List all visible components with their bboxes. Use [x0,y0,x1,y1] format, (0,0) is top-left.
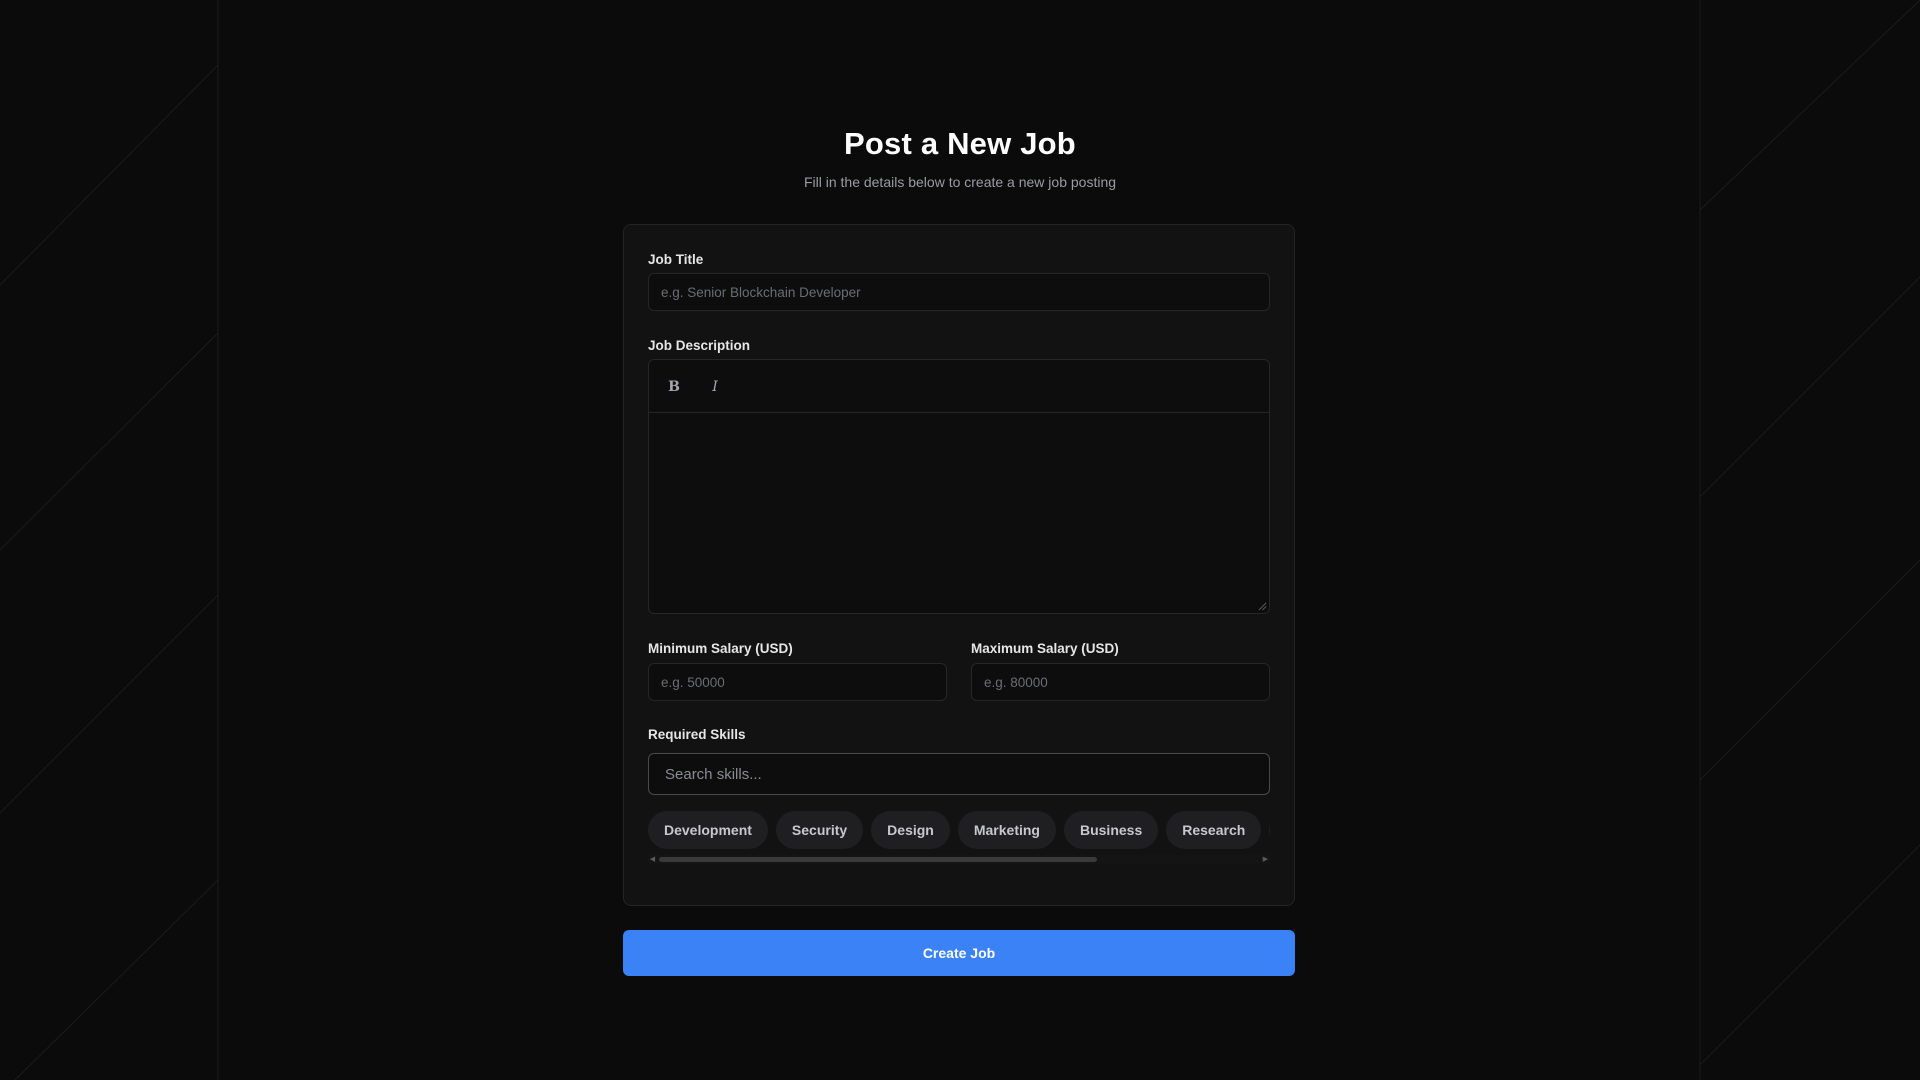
category-chip-business[interactable]: Business [1063,811,1159,849]
category-chip-truncated[interactable]: C [1269,811,1270,849]
max-salary-input[interactable] [971,663,1270,701]
category-chip-development[interactable]: Development [648,811,768,849]
job-description-textarea[interactable] [649,413,1269,613]
scroll-right-arrow-icon[interactable]: ▶ [1261,855,1270,864]
category-chip-security[interactable]: Security [775,811,864,849]
job-form-card: Job Title Job Description B I Minimum Sa… [623,224,1295,906]
category-chip-design[interactable]: Design [871,811,950,849]
required-skills-label: Required Skills [648,727,746,742]
category-chip-research[interactable]: Research [1166,811,1262,849]
job-description-label: Job Description [648,338,751,353]
min-salary-input[interactable] [648,663,947,701]
scroll-left-arrow-icon[interactable]: ◀ [648,855,657,864]
skill-category-list: Development Security Design Marketing Bu… [648,811,1270,849]
scrollbar-thumb[interactable] [659,857,1097,862]
page: Post a New Job Fill in the details below… [0,0,1920,1080]
min-salary-label: Minimum Salary (USD) [648,641,793,656]
page-title: Post a New Job [844,126,1076,161]
job-description-editor: B I [648,359,1270,614]
max-salary-label: Maximum Salary (USD) [971,641,1119,656]
resize-handle-icon[interactable] [1258,602,1267,611]
page-subtitle: Fill in the details below to create a ne… [803,174,1117,190]
job-title-label: Job Title [648,252,704,267]
skills-search-input[interactable] [648,753,1270,795]
category-scrollbar[interactable]: ◀ ▶ [648,855,1270,864]
italic-button[interactable]: I [702,374,728,400]
job-title-input[interactable] [648,273,1270,311]
bold-button[interactable]: B [661,374,687,400]
create-job-button[interactable]: Create Job [623,930,1295,976]
editor-toolbar: B I [649,360,1269,413]
category-chip-marketing[interactable]: Marketing [957,811,1056,849]
